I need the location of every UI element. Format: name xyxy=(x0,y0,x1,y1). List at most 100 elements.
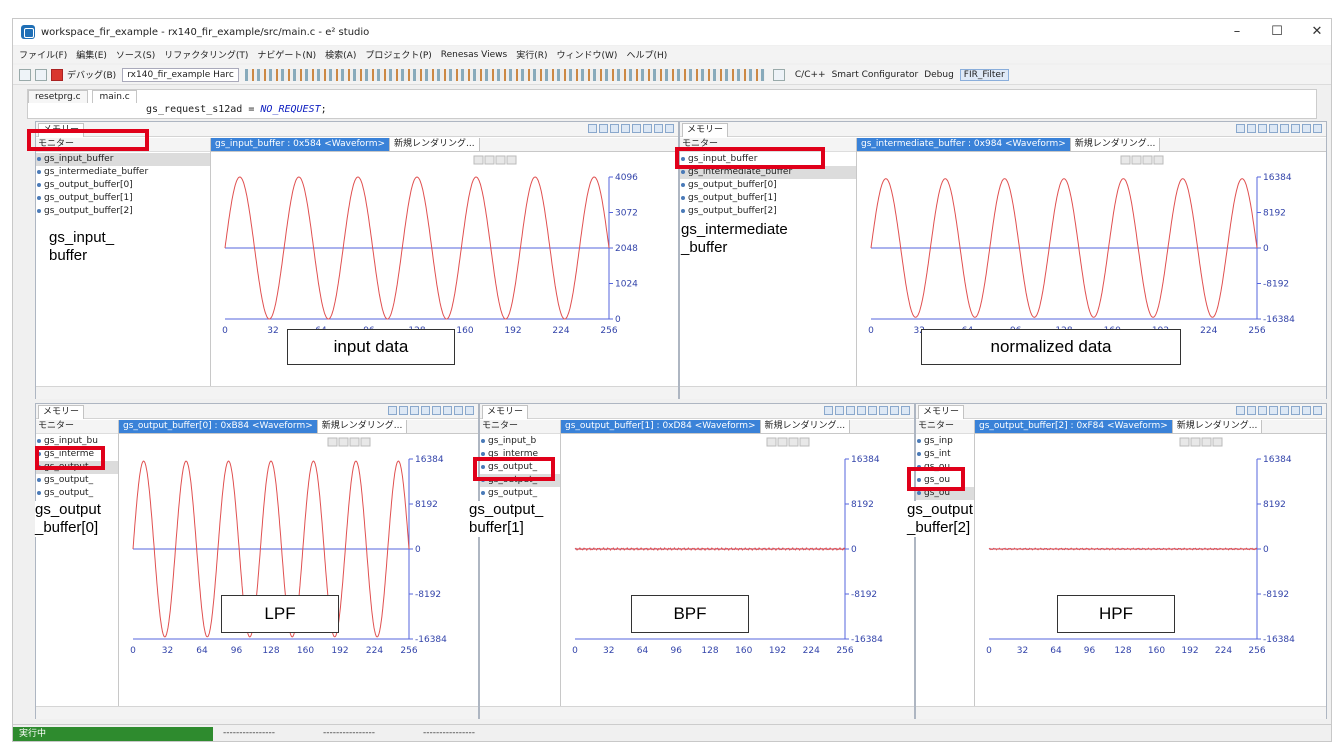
pane-tool-icon[interactable] xyxy=(1269,124,1278,133)
pane-tool-icon[interactable] xyxy=(901,406,910,415)
launch-config-select[interactable]: rx140_fir_example Harc xyxy=(122,67,239,82)
chart-control-icon[interactable] xyxy=(1190,437,1201,447)
pane-tool-icon[interactable] xyxy=(1291,406,1300,415)
menu-run[interactable]: 実行(R) xyxy=(516,48,547,61)
code-editor[interactable]: resetprg.c main.c gs_request_s12ad = NO_… xyxy=(27,89,1317,119)
pane-tool-icon[interactable] xyxy=(1302,406,1311,415)
pane-tool-icon[interactable] xyxy=(599,124,608,133)
horizontal-scrollbar[interactable] xyxy=(680,386,1326,399)
pane-tool-icon[interactable] xyxy=(1291,124,1300,133)
pane-tool-icon[interactable] xyxy=(399,406,408,415)
stop-icon[interactable] xyxy=(51,68,63,81)
monitor-item[interactable]: gs_inp xyxy=(916,435,974,448)
perspective-cc[interactable]: C/C++ xyxy=(795,70,826,80)
pane-tool-icon[interactable] xyxy=(1236,406,1245,415)
tool-icon[interactable] xyxy=(19,68,31,81)
pane-tool-icon[interactable] xyxy=(1236,124,1245,133)
chart-control-icon[interactable] xyxy=(1153,155,1164,165)
new-rendering-tab[interactable]: 新規レンダリング... xyxy=(389,138,480,151)
pane-tool-icon[interactable] xyxy=(654,124,663,133)
pane-tool-icon[interactable] xyxy=(1258,406,1267,415)
chart-control-icon[interactable] xyxy=(1201,437,1212,447)
monitor-item[interactable]: gs_int xyxy=(916,448,974,461)
memory-view-tab[interactable]: メモリー xyxy=(38,405,85,419)
pane-tool-icon[interactable] xyxy=(846,406,855,415)
menu-source[interactable]: ソース(S) xyxy=(116,48,155,61)
pane-tool-icon[interactable] xyxy=(388,406,397,415)
perspective-debug[interactable]: Debug xyxy=(924,70,954,80)
chart-control-icon[interactable] xyxy=(777,437,788,447)
pane-tool-icon[interactable] xyxy=(1313,406,1322,415)
menu-help[interactable]: ヘルプ(H) xyxy=(626,48,667,61)
pane-tool-icon[interactable] xyxy=(879,406,888,415)
chart-control-icon[interactable] xyxy=(349,437,360,447)
chart-control-icon[interactable] xyxy=(1212,437,1223,447)
chart-control-icon[interactable] xyxy=(360,437,371,447)
pane-tool-icon[interactable] xyxy=(432,406,441,415)
monitor-list[interactable]: gs_input_buffer gs_intermediate_buffer gs_… xyxy=(36,153,210,384)
pane-tool-icon[interactable] xyxy=(621,124,630,133)
pane-tool-icon[interactable] xyxy=(465,406,474,415)
pane-tool-icon[interactable] xyxy=(421,406,430,415)
monitor-item[interactable]: gs_output_buffer[0] xyxy=(36,179,210,192)
close-button[interactable]: ✕ xyxy=(1297,19,1331,45)
chart-control-icon[interactable] xyxy=(1142,155,1153,165)
waveform-tab[interactable]: gs_intermediate_buffer : 0x984 <Waveform… xyxy=(857,138,1070,151)
pane-tool-icon[interactable] xyxy=(868,406,877,415)
monitor-item[interactable]: gs_output_buffer[2] xyxy=(680,205,856,218)
new-rendering-tab[interactable]: 新規レンダリング... xyxy=(1069,138,1161,151)
chart-control-icon[interactable] xyxy=(506,155,517,165)
menu-renesas-views[interactable]: Renesas Views xyxy=(441,50,507,60)
horizontal-scrollbar[interactable] xyxy=(36,706,478,719)
monitor-item[interactable]: gs_output_ xyxy=(36,474,118,487)
monitor-list[interactable]: gs_input_buffer gs_intermediate_buffer gs_… xyxy=(680,153,856,384)
waveform-tab[interactable]: gs_output_buffer[0] : 0xB84 <Waveform> xyxy=(119,420,317,433)
pane-tool-icon[interactable] xyxy=(410,406,419,415)
chart-control-icon[interactable] xyxy=(799,437,810,447)
memory-view-tab[interactable]: メモリー xyxy=(918,405,965,419)
menu-navigate[interactable]: ナビゲート(N) xyxy=(257,48,316,61)
monitor-item[interactable]: gs_output_buffer[1] xyxy=(36,192,210,205)
menu-window[interactable]: ウィンドウ(W) xyxy=(557,48,618,61)
toolbar-icon-strip[interactable] xyxy=(244,68,765,81)
monitor-list[interactable]: gs_input_bu gs_interme gs_output gs_output_… xyxy=(36,435,118,704)
menu-search[interactable]: 検索(A) xyxy=(325,48,356,61)
pane-tool-icon[interactable] xyxy=(454,406,463,415)
pane-tool-icon[interactable] xyxy=(824,406,833,415)
new-rendering-tab[interactable]: 新規レンダリング... xyxy=(316,420,408,433)
horizontal-scrollbar[interactable] xyxy=(36,386,678,399)
pane-tool-icon[interactable] xyxy=(610,124,619,133)
tab-main-c[interactable]: main.c xyxy=(92,90,137,103)
chart-control-icon[interactable] xyxy=(1120,155,1131,165)
monitor-item[interactable]: gs_input_buffer xyxy=(36,153,210,166)
menu-edit[interactable]: 編集(E) xyxy=(76,48,107,61)
pane-tool-icon[interactable] xyxy=(1302,124,1311,133)
horizontal-scrollbar[interactable] xyxy=(480,706,914,719)
chart-control-icon[interactable] xyxy=(338,437,349,447)
maximize-button[interactable]: ☐ xyxy=(1257,19,1297,45)
pane-tool-icon[interactable] xyxy=(1247,124,1256,133)
pane-tool-icon[interactable] xyxy=(1247,406,1256,415)
settings-icon[interactable] xyxy=(35,68,47,81)
pane-tool-icon[interactable] xyxy=(665,124,674,133)
monitor-item[interactable]: gs_intermediate_buffer xyxy=(36,166,210,179)
waveform-tab[interactable]: gs_input_buffer : 0x584 <Waveform> xyxy=(211,138,390,151)
chart-control-icon[interactable] xyxy=(327,437,338,447)
new-rendering-tab[interactable]: 新規レンダリング... xyxy=(759,420,851,433)
monitor-item[interactable]: gs_output_ xyxy=(36,487,118,500)
monitor-item[interactable]: gs_output_buffer[1] xyxy=(680,192,856,205)
memory-view-tab[interactable]: メモリー xyxy=(682,123,729,137)
pane-tool-icon[interactable] xyxy=(443,406,452,415)
chart-control-icon[interactable] xyxy=(1179,437,1190,447)
menu-refactor[interactable]: リファクタリング(T) xyxy=(164,48,248,61)
chart-control-icon[interactable] xyxy=(473,155,484,165)
pane-tool-icon[interactable] xyxy=(1280,406,1289,415)
monitor-item[interactable]: gs_output_buffer[0] xyxy=(680,179,856,192)
chart-control-icon[interactable] xyxy=(766,437,777,447)
waveform-tab[interactable]: gs_output_buffer[1] : 0xD84 <Waveform> xyxy=(561,420,760,433)
pane-tool-icon[interactable] xyxy=(835,406,844,415)
pane-tool-icon[interactable] xyxy=(588,124,597,133)
pane-tool-icon[interactable] xyxy=(643,124,652,133)
menu-project[interactable]: プロジェクト(P) xyxy=(365,48,431,61)
pane-tool-icon[interactable] xyxy=(1269,406,1278,415)
